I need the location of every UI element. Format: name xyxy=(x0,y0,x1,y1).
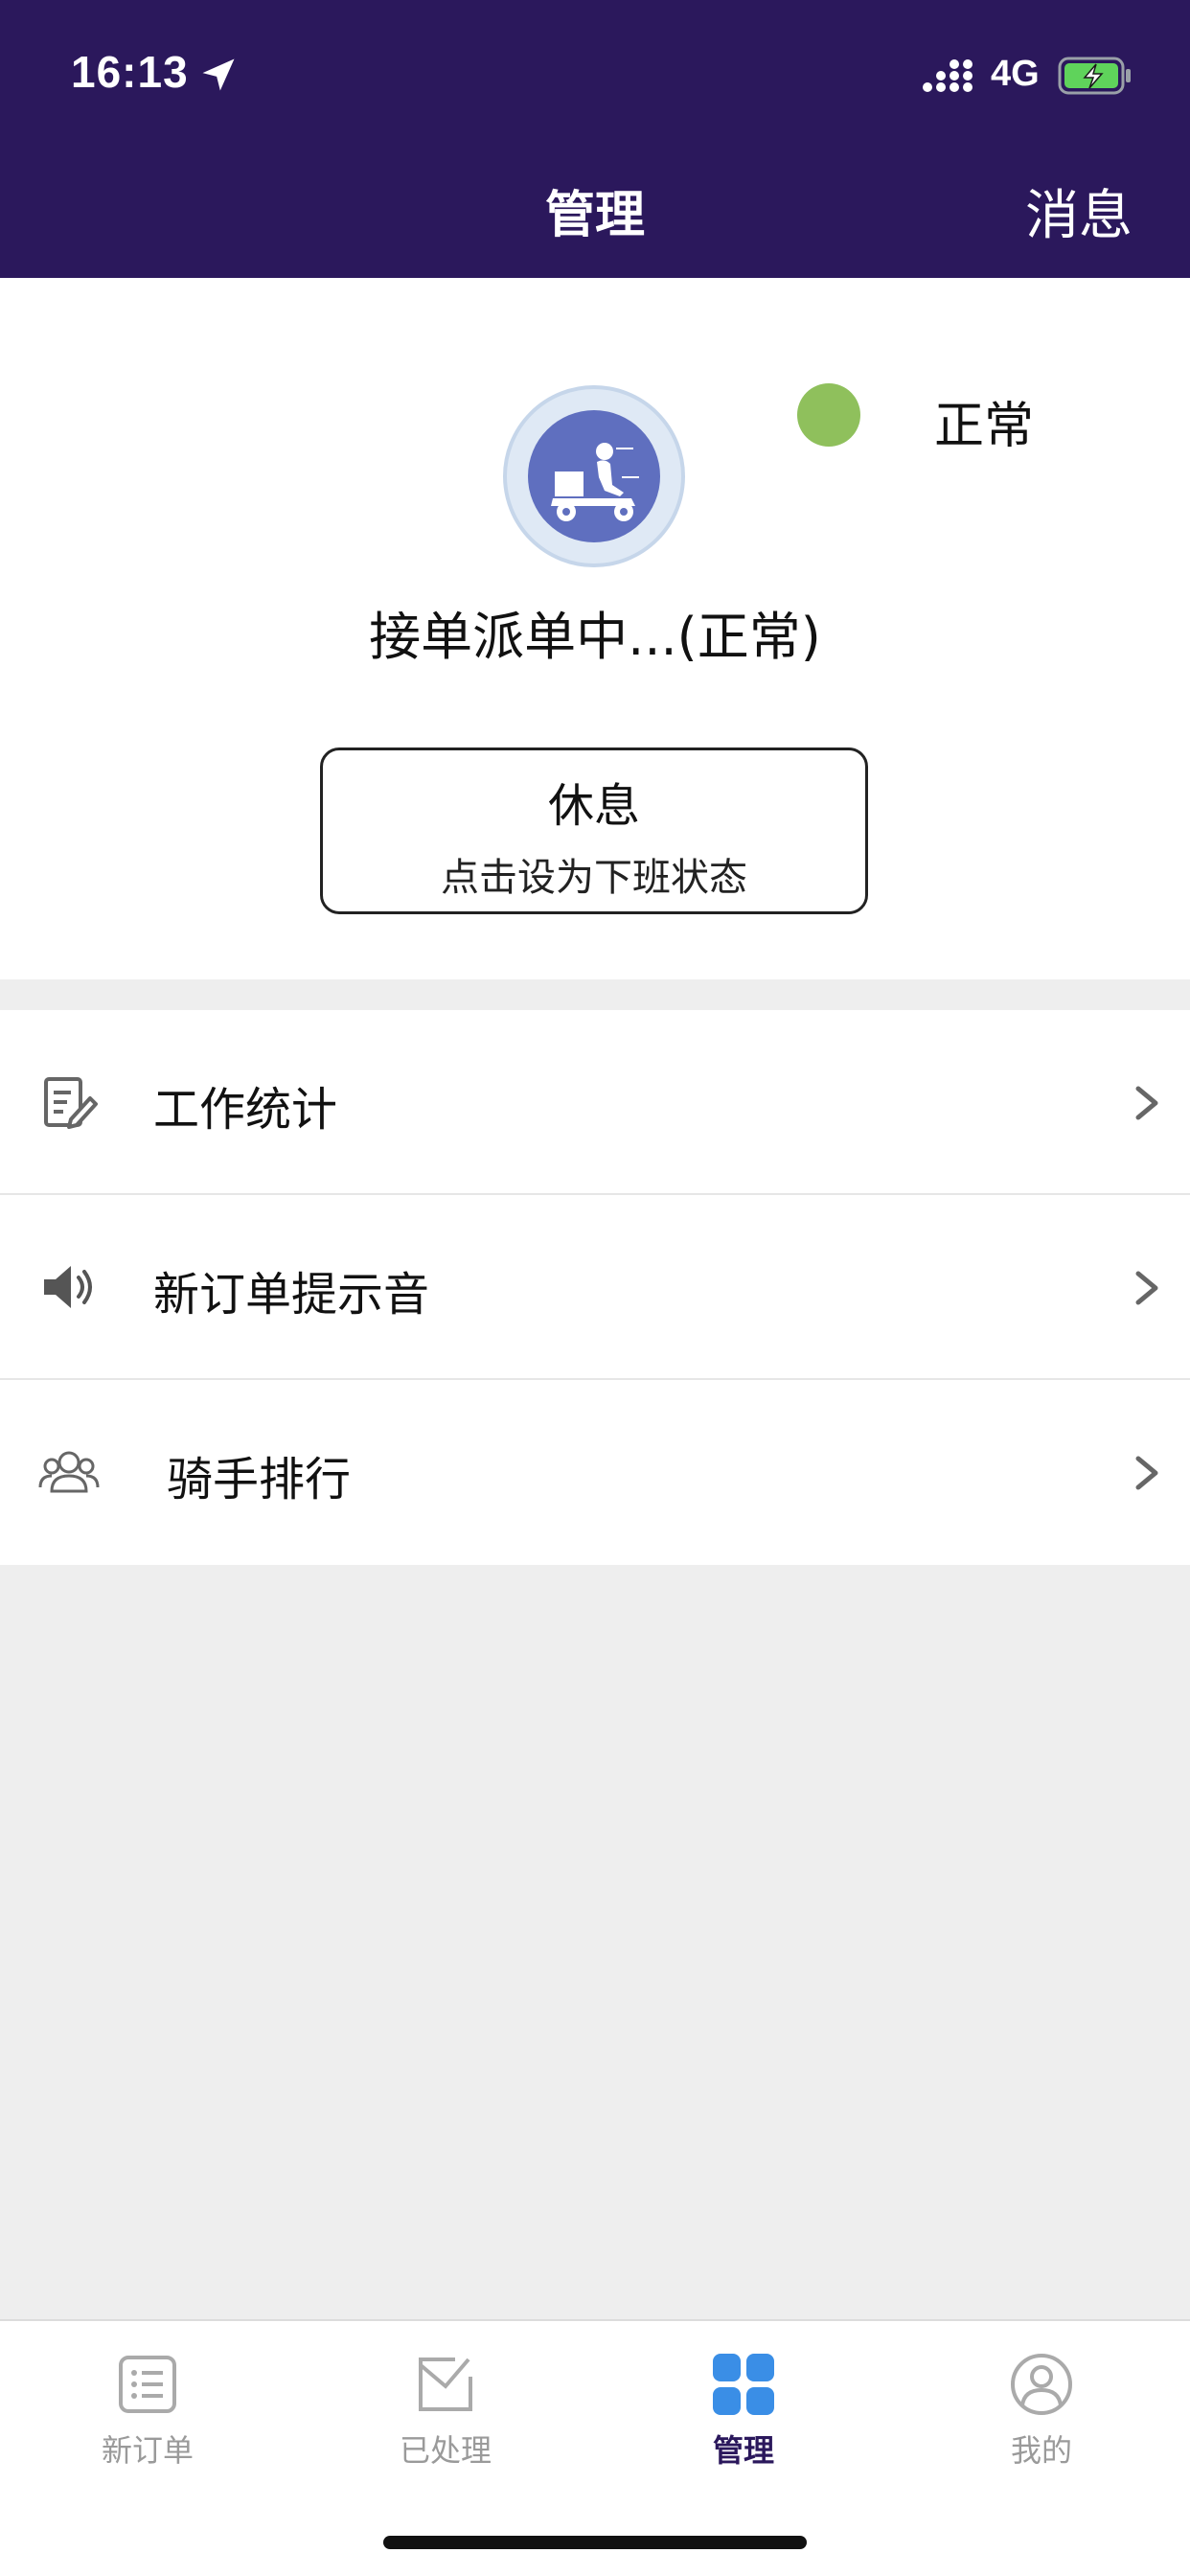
users-icon xyxy=(38,1451,100,1493)
top-bar: 16:13 4G 管理 消息 xyxy=(0,0,1190,278)
tab-label: 已处理 xyxy=(399,2432,492,2469)
location-arrow-icon xyxy=(202,58,235,91)
dispatch-status-text: 接单派单中...(正常) xyxy=(369,607,821,667)
tab-label: 我的 xyxy=(1010,2432,1072,2469)
page-title: 管理 xyxy=(544,187,645,244)
home-indicator[interactable] xyxy=(383,2536,807,2549)
menu-item-label: 新订单提示音 xyxy=(153,1268,430,1322)
tab-new-orders[interactable]: 新订单 xyxy=(52,2352,243,2496)
speaker-icon xyxy=(44,1266,92,1308)
chevron-right-icon xyxy=(1135,1456,1158,1490)
status-indicator-dot xyxy=(797,383,860,447)
profile-section: 正常 接单派单中...(正常) 休息 点击设为下班状态 xyxy=(0,278,1190,979)
status-time: 16:13 xyxy=(71,47,189,97)
mail-check-icon xyxy=(419,2358,472,2411)
avatar xyxy=(503,385,685,567)
delivery-rider-icon xyxy=(528,410,660,542)
menu-item-label: 工作统计 xyxy=(153,1083,338,1137)
tab-processed[interactable]: 已处理 xyxy=(350,2352,541,2496)
tab-label: 新订单 xyxy=(101,2432,194,2469)
menu-item-label: 骑手排行 xyxy=(167,1453,352,1506)
rest-button[interactable]: 休息 点击设为下班状态 xyxy=(320,748,868,914)
messages-button[interactable]: 消息 xyxy=(1025,172,1133,250)
grid-icon xyxy=(713,2354,774,2415)
battery-charging-icon xyxy=(1058,57,1131,95)
chevron-right-icon xyxy=(1135,1086,1158,1120)
signal-icon xyxy=(923,59,973,92)
edit-note-icon xyxy=(44,1077,98,1129)
rest-button-title: 休息 xyxy=(547,779,640,833)
status-label: 正常 xyxy=(934,398,1035,455)
rest-button-subtitle: 点击设为下班状态 xyxy=(441,856,747,900)
chevron-right-icon xyxy=(1135,1271,1158,1305)
tab-mine[interactable]: 我的 xyxy=(946,2352,1137,2496)
user-circle-icon xyxy=(1011,2354,1072,2415)
menu-item-work-stats[interactable]: 工作统计 xyxy=(0,1010,1190,1195)
network-label: 4G xyxy=(991,54,1040,94)
settings-menu: 工作统计 新订单提示音 骑手排行 xyxy=(0,1010,1190,1565)
list-icon xyxy=(119,2356,176,2413)
menu-item-new-order-sound[interactable]: 新订单提示音 xyxy=(0,1195,1190,1380)
tab-label: 管理 xyxy=(712,2432,774,2469)
tab-manage[interactable]: 管理 xyxy=(648,2352,839,2496)
menu-item-rider-ranking[interactable]: 骑手排行 xyxy=(0,1380,1190,1565)
